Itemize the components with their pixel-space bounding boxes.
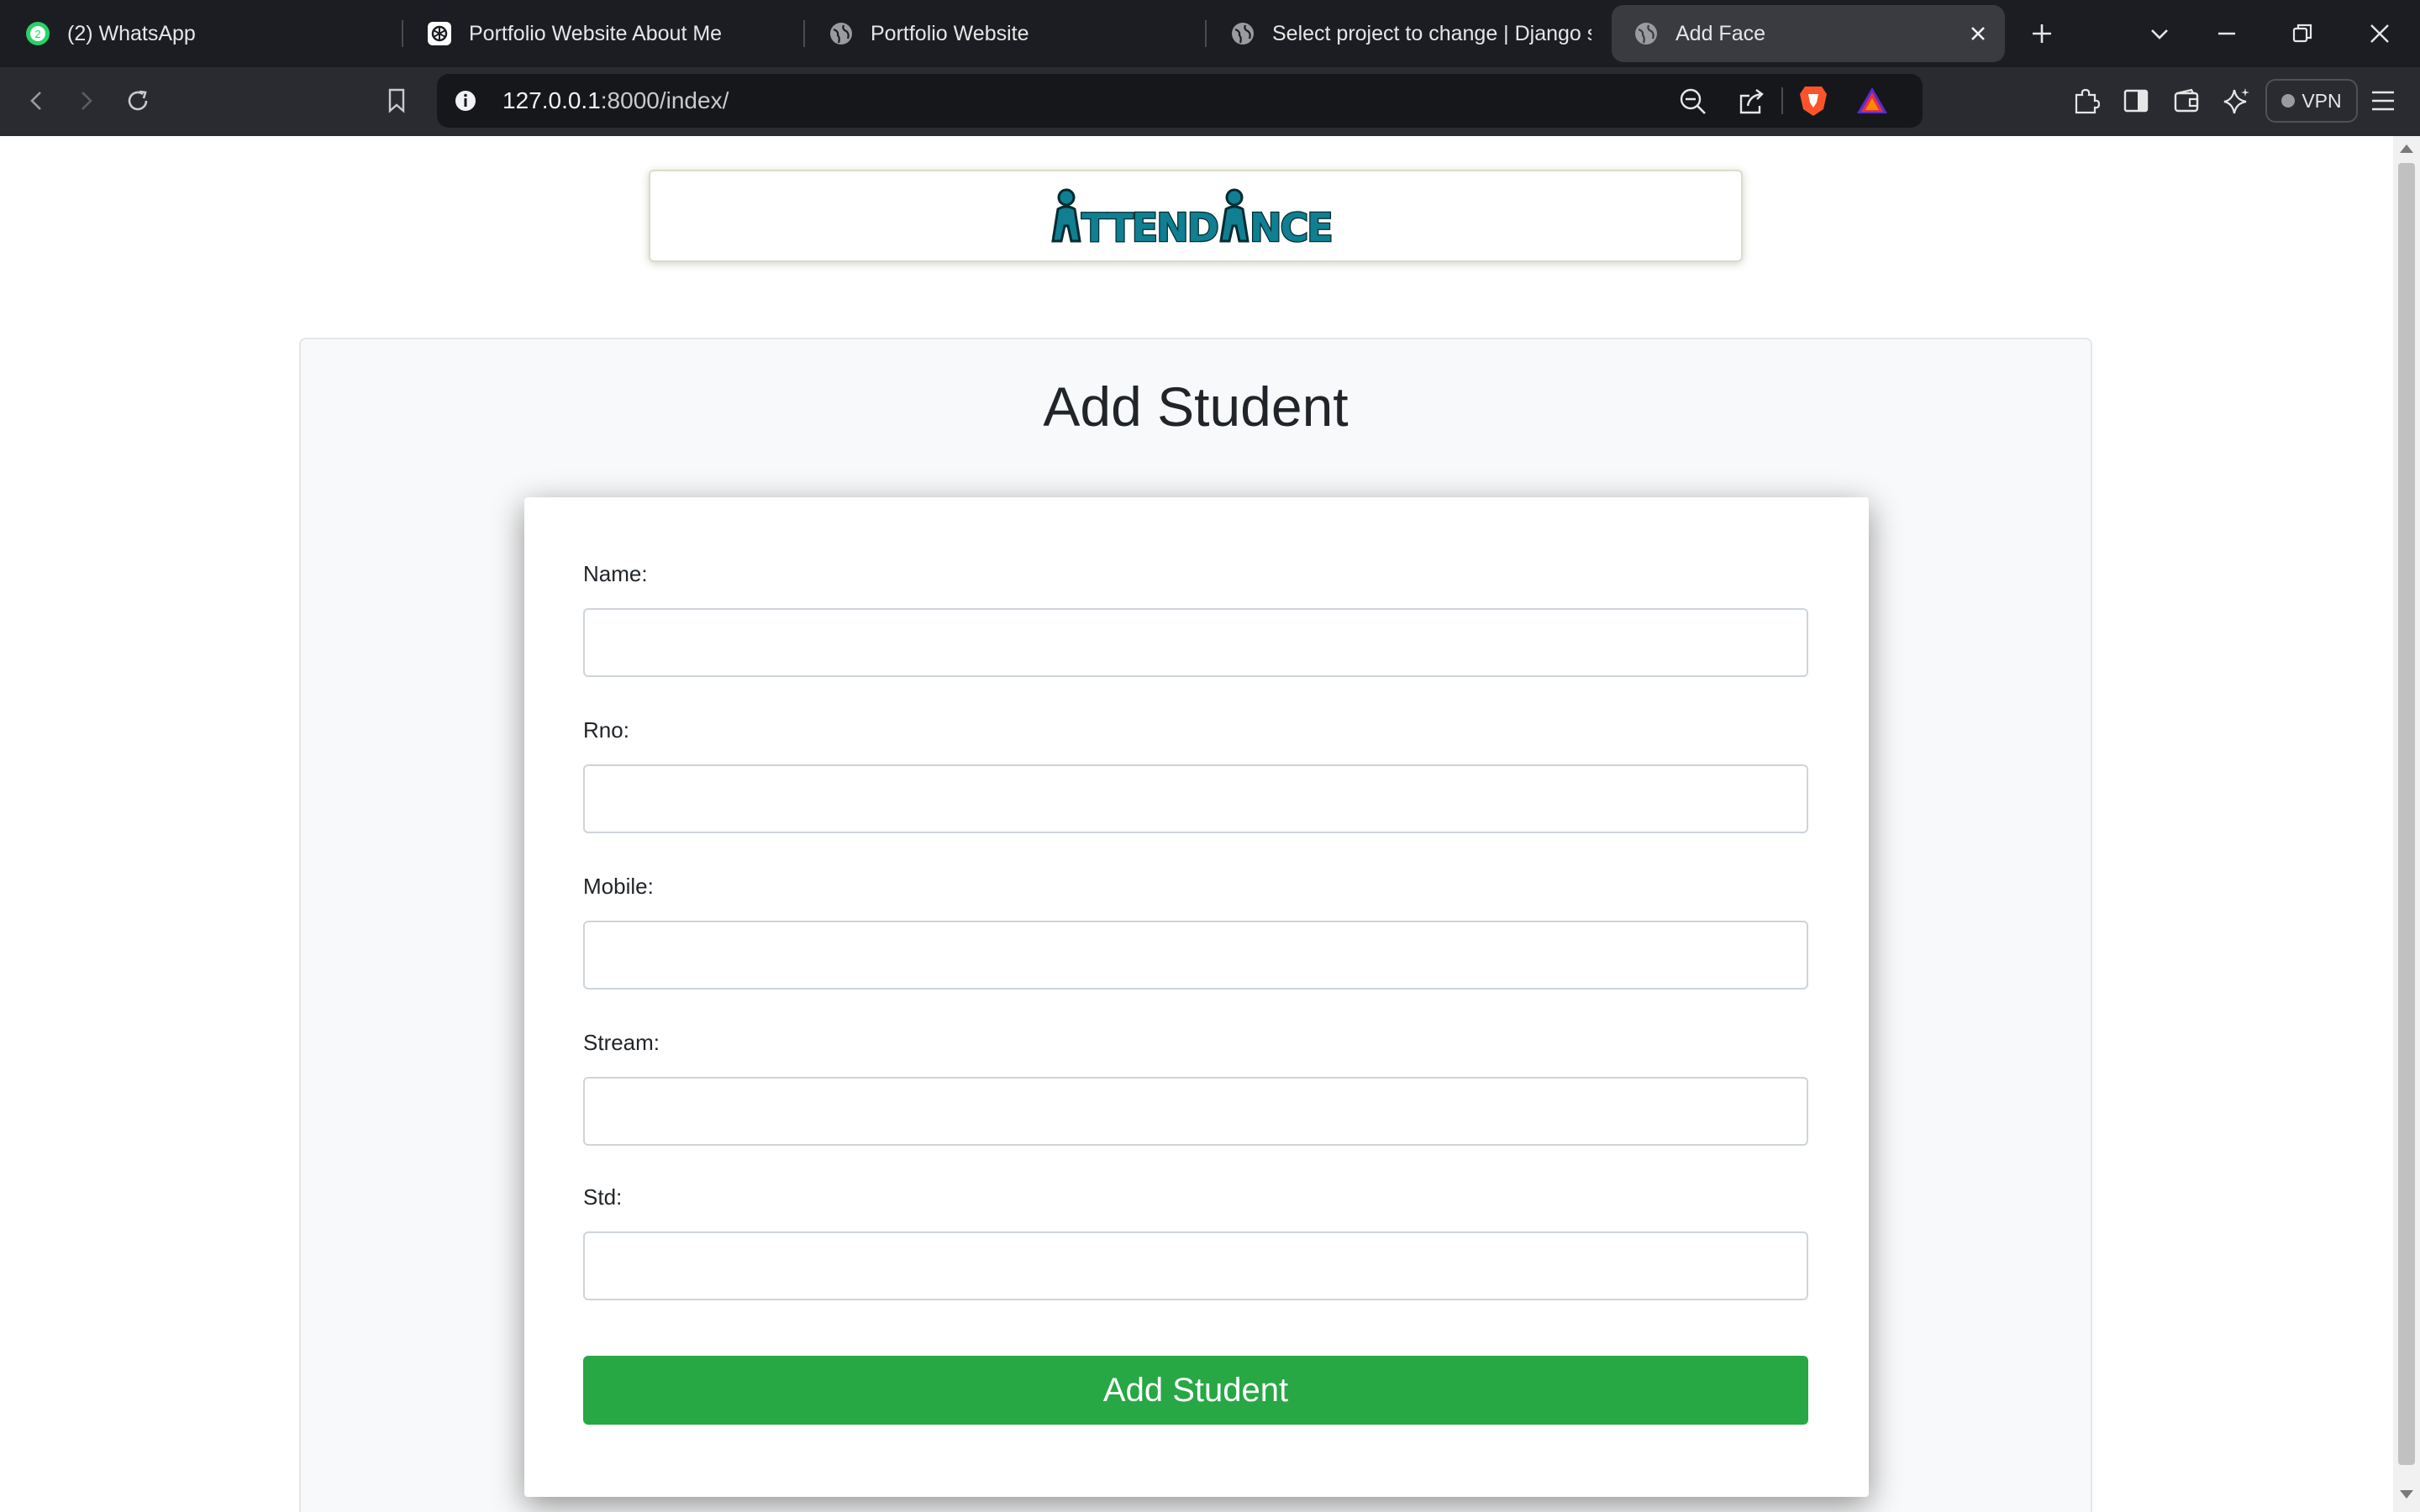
- extensions-button[interactable]: [2065, 81, 2106, 121]
- tab-title: Add Face: [1676, 21, 1766, 45]
- stream-input[interactable]: [583, 1077, 1808, 1146]
- add-student-button[interactable]: Add Student: [583, 1356, 1808, 1425]
- mobile-input[interactable]: [583, 921, 1808, 990]
- tab-search-button[interactable]: [2141, 15, 2178, 52]
- menu-button[interactable]: [2363, 81, 2403, 121]
- rno-label: Rno:: [583, 717, 629, 743]
- close-window-button[interactable]: [2361, 15, 2398, 52]
- new-tab-button[interactable]: [2023, 15, 2060, 52]
- rno-input[interactable]: [583, 764, 1808, 833]
- arrow-left-icon: [30, 92, 41, 110]
- page-viewport: TTEND NCE Add Student Name: Rno: Mobile:…: [0, 136, 2393, 1512]
- restore-icon: [2292, 24, 2312, 43]
- address-bar[interactable]: 127.0.0.1:8000/index/: [437, 74, 1923, 128]
- tab-strip: 2 (2) WhatsApp Portfolio Website About M…: [0, 0, 2420, 67]
- whatsapp-icon: 2: [26, 22, 50, 45]
- minimize-icon: [2218, 32, 2235, 35]
- scroll-thumb[interactable]: [2398, 163, 2415, 1465]
- vpn-button[interactable]: VPN: [2265, 79, 2358, 123]
- name-input[interactable]: [583, 608, 1808, 677]
- sidebar-icon: [2123, 89, 2149, 113]
- mobile-label: Mobile:: [583, 874, 654, 899]
- vpn-label: VPN: [2302, 89, 2342, 112]
- brave-shields-icon[interactable]: [1798, 84, 1828, 118]
- hamburger-icon: [2372, 91, 2394, 111]
- tab-portfolio[interactable]: Portfolio Website: [829, 0, 1198, 67]
- url-text[interactable]: 127.0.0.1:8000/index/: [502, 74, 729, 128]
- std-label: Std:: [583, 1184, 623, 1210]
- add-student-section: Add Student Name: Rno: Mobile: Stream: S…: [299, 338, 2092, 1512]
- tab-portfolio-about[interactable]: Portfolio Website About Me: [427, 0, 797, 67]
- url-path: :8000/index/: [600, 87, 729, 113]
- tab-title: (2) WhatsApp: [67, 21, 196, 45]
- sidebar-button[interactable]: [2116, 81, 2156, 121]
- person-figure-icon: [1219, 188, 1249, 243]
- share-icon[interactable]: [1738, 87, 1766, 116]
- tab-add-face[interactable]: Add Face: [1612, 5, 2005, 62]
- minimize-button[interactable]: [2208, 15, 2245, 52]
- tab-divider: [402, 20, 403, 47]
- bookmark-icon: [388, 88, 405, 113]
- tab-whatsapp[interactable]: 2 (2) WhatsApp: [25, 0, 395, 67]
- vpn-status-dot: [2281, 94, 2296, 108]
- browser-toolbar: 127.0.0.1:8000/index/ VPN: [0, 67, 2420, 136]
- back-button[interactable]: [17, 81, 57, 121]
- tab-divider: [803, 20, 805, 47]
- wallet-icon: [2174, 88, 2199, 113]
- close-icon: [2370, 24, 2389, 43]
- zoom-out-icon[interactable]: [1679, 87, 1707, 116]
- page-title: Add Student: [1043, 375, 1349, 438]
- tab-title: Portfolio Website: [871, 21, 1029, 45]
- chevron-down-icon: [2151, 29, 2168, 39]
- reload-icon: [128, 90, 148, 111]
- divider: [1781, 87, 1783, 114]
- whatsapp-badge: 2: [34, 28, 40, 40]
- bookmark-button[interactable]: [376, 81, 417, 121]
- globe-icon: [1635, 23, 1657, 45]
- tab-django[interactable]: Select project to change | Django sit: [1230, 0, 1591, 67]
- info-icon[interactable]: [454, 89, 477, 113]
- svg-text:TTEND: TTEND: [1081, 205, 1218, 249]
- globe-icon: [830, 23, 852, 45]
- wallet-button[interactable]: [2166, 81, 2207, 121]
- tab-title: Portfolio Website About Me: [469, 21, 723, 45]
- add-student-form: Name: Rno: Mobile: Stream: Std: Add Stud…: [524, 497, 1869, 1497]
- openai-icon: [428, 22, 451, 45]
- person-figure-icon: [1051, 188, 1081, 243]
- reload-button[interactable]: [118, 81, 158, 121]
- svg-text:NCE: NCE: [1249, 205, 1332, 249]
- globe-icon: [1232, 23, 1254, 45]
- page-scrollbar[interactable]: [2393, 136, 2420, 1512]
- restore-button[interactable]: [2284, 15, 2321, 52]
- tab-title: Select project to change | Django sit: [1272, 21, 1591, 45]
- logo-banner: TTEND NCE: [649, 170, 1743, 262]
- tab-divider: [1205, 20, 1207, 47]
- arrow-right-icon: [82, 92, 92, 110]
- close-icon[interactable]: [1968, 24, 1988, 44]
- scroll-down-arrow[interactable]: [2400, 1490, 2413, 1499]
- plus-icon: [2033, 24, 2051, 43]
- forward-button[interactable]: [66, 81, 106, 121]
- name-label: Name:: [583, 561, 648, 586]
- std-input[interactable]: [583, 1231, 1808, 1300]
- sparkle-icon: [2223, 88, 2249, 114]
- leo-ai-button[interactable]: [2217, 81, 2257, 121]
- brave-rewards-icon[interactable]: [1855, 86, 1889, 116]
- scroll-up-arrow[interactable]: [2400, 144, 2413, 153]
- puzzle-icon: [2075, 88, 2100, 114]
- stream-label: Stream:: [583, 1030, 660, 1055]
- url-host: 127.0.0.1: [502, 87, 601, 113]
- attendance-logo: TTEND NCE: [1051, 188, 1334, 249]
